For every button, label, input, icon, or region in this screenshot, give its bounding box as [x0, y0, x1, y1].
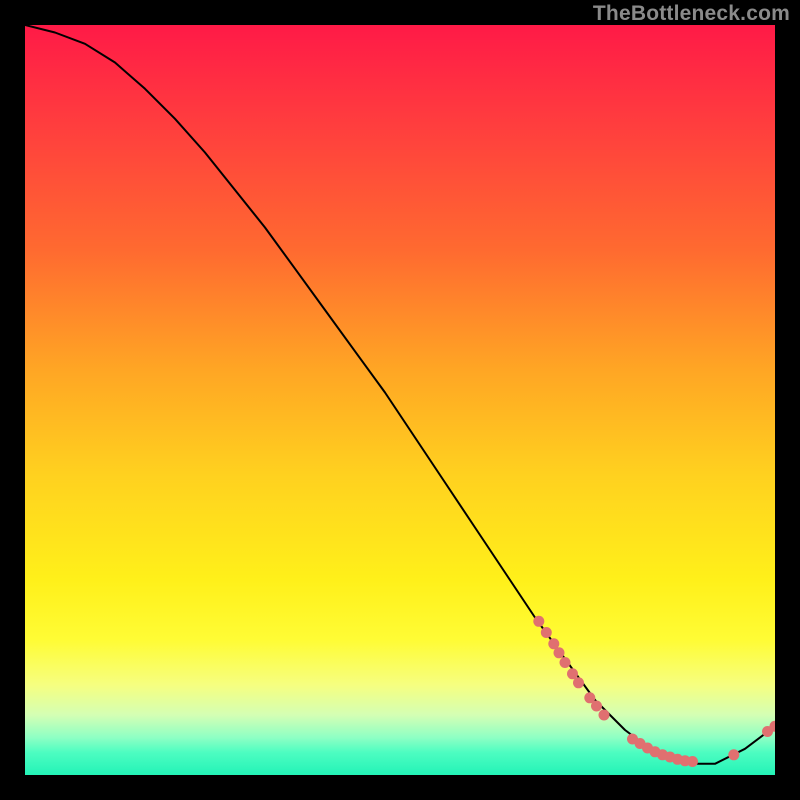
curve-marker [642, 743, 653, 754]
curve-marker [665, 752, 676, 763]
curve-markers [533, 616, 775, 767]
curve-marker [584, 692, 595, 703]
curve-marker [567, 668, 578, 679]
curve-marker [533, 616, 544, 627]
curve-marker [627, 734, 638, 745]
chart-frame: TheBottleneck.com [0, 0, 800, 800]
curve-marker [560, 657, 571, 668]
curve-marker [635, 738, 646, 749]
curve-marker [728, 749, 739, 760]
curve-marker [548, 638, 559, 649]
curve-marker [657, 749, 668, 760]
curve-svg [25, 25, 775, 775]
curve-marker [672, 754, 683, 765]
curve-marker [762, 726, 773, 737]
curve-marker [680, 755, 691, 766]
watermark-text: TheBottleneck.com [593, 2, 790, 26]
curve-marker [687, 756, 698, 767]
curve-marker [573, 677, 584, 688]
curve-marker [541, 627, 552, 638]
curve-marker [770, 721, 776, 732]
curve-marker [650, 746, 661, 757]
plot-area [25, 25, 775, 775]
bottleneck-curve-path [25, 25, 775, 764]
curve-marker [554, 647, 565, 658]
curve-marker [591, 701, 602, 712]
curve-marker [599, 710, 610, 721]
